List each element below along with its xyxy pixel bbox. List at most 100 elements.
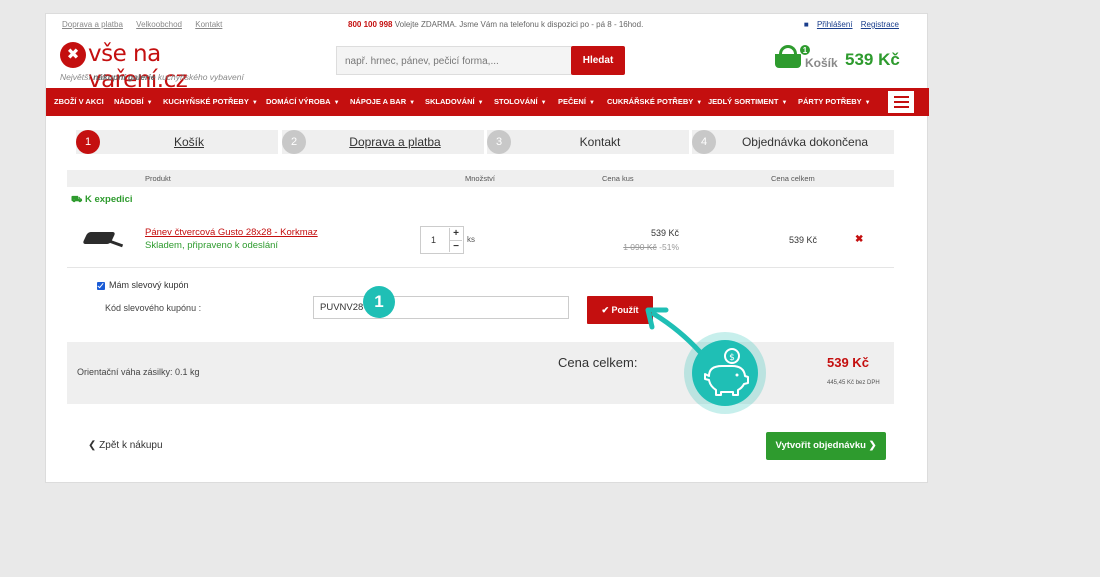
user-links: ■ Přihlášení Registrace	[804, 20, 899, 29]
nav-label: NÁDOBÍ	[114, 97, 144, 106]
shipment-weight: Orientační váha zásilky: 0.1 kg	[77, 367, 200, 377]
caret-down-icon: ▼	[146, 100, 153, 106]
chevron-right-icon: ❯	[868, 440, 877, 451]
col-unit-price: Cena kus	[602, 174, 634, 183]
link-shipping[interactable]: Doprava a platba	[62, 20, 123, 29]
back-to-shop-link[interactable]: ❮ Zpět k nákupu	[88, 440, 163, 451]
step-number: 4	[692, 130, 716, 154]
search-button[interactable]: Hledat	[571, 46, 625, 75]
tagline-suffix: kuchyňského vybavení	[157, 72, 244, 82]
caret-down-icon: ▼	[696, 100, 703, 106]
old-price: 1 090 Kč	[623, 242, 657, 252]
nav-label: SKLADOVÁNÍ	[425, 97, 475, 106]
checkout-steps: 1 Košík 2 Doprava a platba 3 Kontakt 4 O…	[76, 130, 896, 154]
quantity-stepper[interactable]: 1 + −	[420, 226, 464, 254]
apply-label: Použít	[611, 305, 639, 315]
nav-label: KUCHYŇSKÉ POTŘEBY	[163, 97, 249, 106]
link-contact[interactable]: Kontakt	[195, 20, 222, 29]
step-label: Doprava a platba	[349, 135, 441, 149]
svg-text:$: $	[729, 353, 735, 363]
step-cart[interactable]: 1 Košík	[76, 130, 278, 154]
tagline-bold: nákupní galerie	[93, 72, 156, 82]
nav-label: ZBOŽÍ V AKCI	[54, 97, 104, 106]
nav-item-domaci[interactable]: DOMÁCÍ VÝROBA ▼	[266, 88, 340, 116]
nav-item-akce[interactable]: ZBOŽÍ V AKCI	[54, 88, 104, 116]
page: Doprava a platba Velkoobchod Kontakt 800…	[45, 13, 929, 483]
nav-item-nadobi[interactable]: NÁDOBÍ ▼	[114, 88, 153, 116]
create-order-button[interactable]: Vytvořit objednávku ❯	[766, 432, 886, 460]
coupon-checkbox[interactable]: Mám slevový kupón	[97, 280, 189, 290]
divider	[67, 267, 894, 268]
order-summary: Orientační váha zásilky: 0.1 kg Cena cel…	[67, 342, 894, 404]
quantity-unit: ks	[467, 235, 475, 244]
table-header: Produkt Množství Cena kus Cena celkem	[67, 170, 894, 187]
step-complete: 4 Objednávka dokončena	[692, 130, 894, 154]
remove-icon[interactable]: ✖	[855, 234, 863, 245]
nav-item-kuchynske[interactable]: KUCHYŇSKÉ POTŘEBY ▼	[163, 88, 258, 116]
main-nav: ZBOŽÍ V AKCI NÁDOBÍ ▼ KUCHYŇSKÉ POTŘEBY ▼ …	[46, 88, 929, 116]
logo-tagline: Největší nákupní galerie kuchyňského vyb…	[60, 72, 244, 82]
nav-item-peceni[interactable]: PEČENÍ ▼	[558, 88, 595, 116]
caret-down-icon: ▼	[477, 100, 484, 106]
tagline-prefix: Největší	[60, 72, 91, 82]
total-label: Cena celkem:	[558, 355, 638, 370]
cart-count-badge: 1	[799, 44, 811, 56]
step-label: Objednávka dokončena	[741, 135, 869, 149]
caret-down-icon: ▼	[781, 100, 788, 106]
availability-text: K expedici	[84, 194, 133, 205]
plus-icon[interactable]: +	[449, 228, 462, 240]
chevron-left-icon: ❮	[88, 440, 97, 451]
coupon-checkbox-label: Mám slevový kupón	[109, 280, 189, 290]
nav-item-stolovani[interactable]: STOLOVÁNÍ ▼	[494, 88, 547, 116]
phone-text: Volejte ZDARMA. Jsme Vám na telefonu k d…	[394, 20, 644, 29]
unit-price: 539 Kč	[650, 228, 679, 238]
menu-icon[interactable]	[887, 90, 915, 114]
caret-down-icon: ▼	[251, 100, 258, 106]
step-contact: 3 Kontakt	[487, 130, 689, 154]
top-links: Doprava a platba Velkoobchod Kontakt	[62, 20, 233, 29]
phone-number[interactable]: 800 100 998	[348, 20, 393, 29]
header-cart[interactable]: 1 Košík 539 Kč	[773, 42, 913, 76]
top-bar: Doprava a platba Velkoobchod Kontakt 800…	[62, 20, 899, 34]
nav-item-cukrarske[interactable]: CUKRÁŘSKÉ POTŘEBY ▼	[607, 88, 702, 116]
back-label: Zpět k nákupu	[99, 440, 163, 451]
logo[interactable]: ✖ vše na vaření.cz Největší nákupní gale…	[60, 41, 260, 93]
step-shipping[interactable]: 2 Doprava a platba	[282, 130, 484, 154]
caret-down-icon: ▼	[588, 100, 595, 106]
nav-item-skladovani[interactable]: SKLADOVÁNÍ ▼	[425, 88, 484, 116]
nav-item-jedly[interactable]: JEDLÝ SORTIMENT ▼	[708, 88, 787, 116]
phone-info: 800 100 998 Volejte ZDARMA. Jsme Vám na …	[348, 20, 643, 29]
product-image[interactable]	[79, 228, 124, 252]
nav-label: STOLOVÁNÍ	[494, 97, 538, 106]
utensils-icon: ✖	[60, 42, 86, 68]
checkbox-checked-icon[interactable]	[97, 281, 105, 290]
col-product: Produkt	[145, 174, 171, 183]
step-number: 3	[487, 130, 511, 154]
nav-label: JEDLÝ SORTIMENT	[708, 97, 779, 106]
step-number: 1	[76, 130, 100, 154]
nav-label: PEČENÍ	[558, 97, 586, 106]
nav-label: NÁPOJE A BAR	[350, 97, 407, 106]
cart-table: Produkt Množství Cena kus Cena celkem ⛟ …	[67, 170, 894, 404]
product-name[interactable]: Pánev čtvercová Gusto 28x28 - Korkmaz	[145, 227, 318, 238]
cart-price: 539 Kč	[845, 50, 900, 69]
total-without-vat: 445,45 Kč bez DPH	[827, 380, 880, 386]
register-link[interactable]: Registrace	[861, 20, 899, 29]
total-price: 539 Kč	[827, 355, 869, 370]
caret-down-icon: ▼	[409, 100, 416, 106]
nav-item-napoje[interactable]: NÁPOJE A BAR ▼	[350, 88, 415, 116]
nav-label: CUKRÁŘSKÉ POTŘEBY	[607, 97, 694, 106]
search-input[interactable]: např. hrnec, pánev, pečicí forma,...	[336, 46, 572, 75]
step-label: Košík	[173, 135, 204, 149]
link-wholesale[interactable]: Velkoobchod	[136, 20, 182, 29]
login-link[interactable]: Přihlášení	[817, 20, 853, 29]
nav-item-party[interactable]: PÁRTY POTŘEBY ▼	[798, 88, 871, 116]
quantity-value[interactable]: 1	[431, 235, 436, 245]
logo-text: vše na vaření.cz	[88, 41, 188, 93]
line-total: 539 Kč	[788, 235, 817, 245]
nav-label: PÁRTY POTŘEBY	[798, 97, 862, 106]
minus-icon[interactable]: −	[449, 240, 462, 252]
basket-icon: 1	[773, 44, 811, 69]
coupon-input[interactable]: PUVNV28	[313, 296, 569, 319]
availability-label: ⛟ K expedici	[71, 194, 133, 206]
